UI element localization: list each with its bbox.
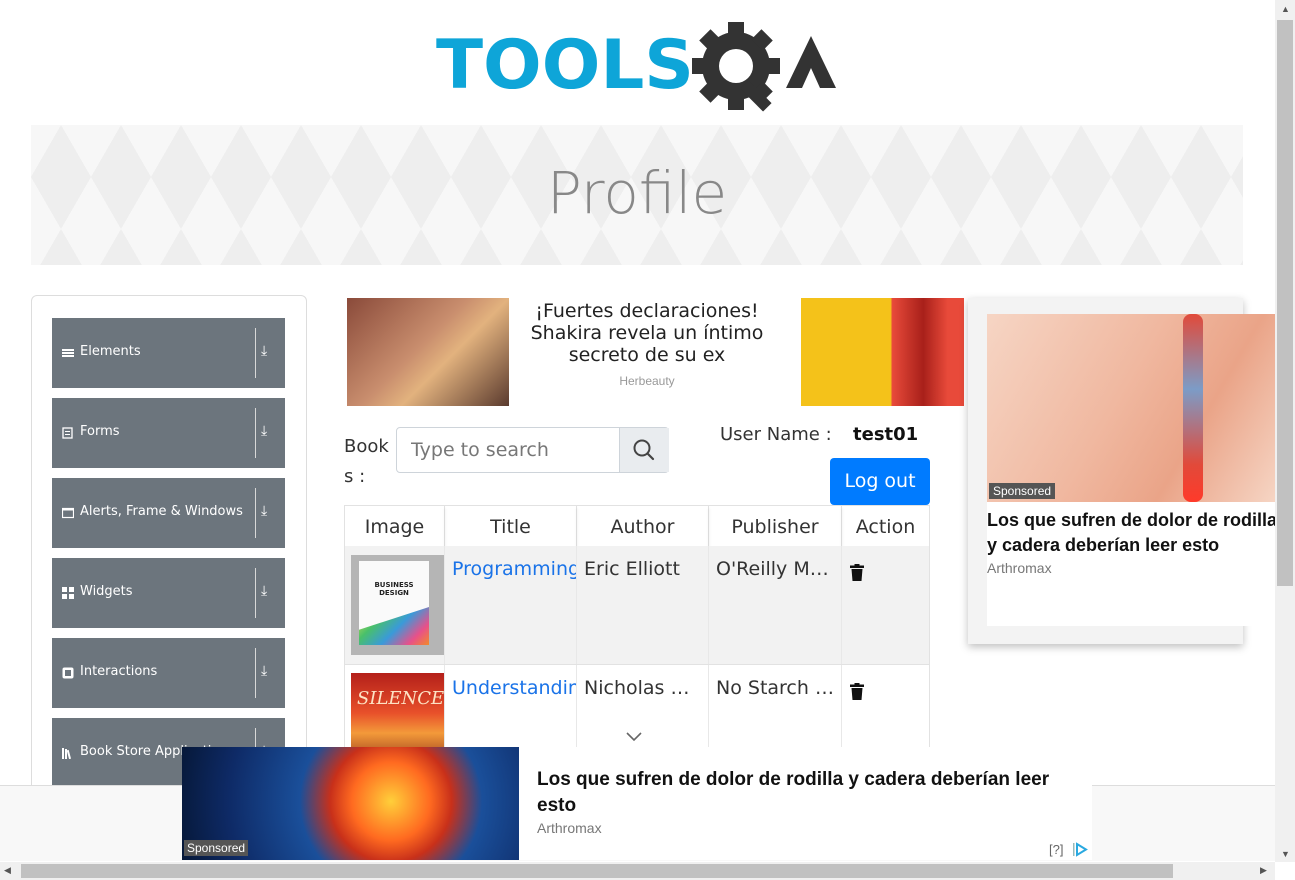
column-header-publisher[interactable]: Publisher (709, 506, 842, 546)
book-publisher: O'Reilly Media (709, 546, 842, 664)
download-icon[interactable]: ⤓ (261, 342, 267, 359)
sidebar-group-interactions[interactable]: Interactions ⤓ (52, 638, 285, 708)
book-title-link[interactable]: Programming JavaScript Applications (445, 546, 577, 664)
sidebar-group-label: Widgets (80, 584, 133, 599)
scroll-up-icon[interactable]: ▲ (1281, 4, 1290, 14)
spine-illustration (1183, 314, 1203, 502)
search-button[interactable] (619, 428, 669, 472)
column-header-author[interactable]: Author (577, 506, 709, 546)
table-row: BUSINESS DESIGN Programming JavaScript A… (345, 546, 929, 664)
ad-source: Herbeauty (619, 374, 675, 388)
cell-image: SILENCE (345, 665, 445, 749)
chevron-down-icon[interactable] (624, 728, 644, 744)
sponsored-badge: Sponsored (989, 483, 1056, 499)
book-cover: SILENCE (351, 673, 445, 749)
book-publisher: No Starch Press (709, 665, 842, 749)
divider (255, 488, 256, 538)
book-cover-text: BUSINESS DESIGN (374, 581, 414, 597)
ad-image[interactable] (987, 314, 1275, 502)
ad-source: Arthromax (537, 820, 602, 836)
ad-headline[interactable]: ¡Fuertes declaraciones! Shakira revela u… (515, 300, 779, 366)
ad-info-link[interactable]: [?] (1049, 842, 1063, 857)
logout-button[interactable]: Log out (830, 458, 930, 505)
horizontal-scroll-thumb[interactable] (21, 864, 1173, 878)
menu-icon (62, 347, 74, 359)
username-value: test01 (853, 424, 919, 445)
books-label: Books : (344, 436, 389, 487)
ad-source: Arthromax (987, 560, 1052, 576)
book-icon (62, 747, 74, 760)
ad-headline[interactable]: Los que sufren de dolor de rodilla y cad… (537, 767, 1092, 819)
ad-card[interactable]: Sponsored Los que sufren de dolor de rod… (987, 314, 1275, 626)
sidebar-group-label: Forms (80, 424, 120, 439)
window-icon (61, 507, 75, 519)
book-title-link[interactable]: Understanding ECMAScript 6 (445, 665, 577, 749)
column-header-image[interactable]: Image (345, 506, 445, 546)
delete-icon[interactable] (850, 683, 864, 700)
sidebar-group-alerts[interactable]: Alerts, Frame & Windows ⤓ (52, 478, 285, 548)
adchoices-icon[interactable] (1072, 842, 1088, 857)
username-label: User Name : (720, 424, 832, 445)
ad-top[interactable]: ¡Fuertes declaraciones! Shakira revela u… (347, 298, 964, 406)
cell-image: BUSINESS DESIGN (345, 546, 445, 664)
page-banner: Profile (31, 125, 1243, 265)
ad-image[interactable] (347, 298, 509, 406)
vertical-scrollbar[interactable]: ▲ ▼ (1275, 0, 1295, 862)
ad-headline[interactable]: Los que sufren de dolor de rodilla y cad… (987, 508, 1275, 558)
ad-right[interactable]: Sponsored Los que sufren de dolor de rod… (968, 298, 1275, 644)
sidebar-group-label: Interactions (80, 664, 158, 679)
toolsqa-logo[interactable]: TOOLS (436, 18, 846, 114)
sidebar-group-widgets[interactable]: Widgets ⤓ (52, 558, 285, 628)
divider (255, 648, 256, 698)
book-cover: BUSINESS DESIGN (351, 555, 444, 655)
sidebar-group-label: Alerts, Frame & Windows (80, 504, 243, 519)
svg-text:TOOLS: TOOLS (436, 26, 694, 105)
download-icon[interactable]: ⤓ (261, 582, 267, 599)
search-box (396, 427, 669, 473)
download-icon[interactable]: ⤓ (261, 502, 267, 519)
ad-bottom[interactable]: Sponsored Los que sufren de dolor de rod… (182, 747, 1092, 860)
cell-action (842, 546, 929, 664)
book-author: Eric Elliott (577, 546, 709, 664)
widgets-icon (62, 587, 74, 599)
vertical-scroll-thumb[interactable] (1277, 20, 1293, 586)
cell-action (842, 665, 929, 749)
form-icon (62, 427, 74, 439)
scroll-left-icon[interactable]: ◀ (4, 865, 11, 876)
delete-icon[interactable] (850, 564, 864, 581)
interactions-icon (62, 667, 74, 679)
download-icon[interactable]: ⤓ (261, 662, 267, 679)
sidebar-group-label: Elements (80, 344, 141, 359)
search-input[interactable] (397, 428, 619, 472)
search-icon (633, 439, 655, 461)
column-header-title[interactable]: Title (445, 506, 577, 546)
divider (255, 568, 256, 618)
scroll-down-icon[interactable]: ▼ (1281, 849, 1290, 859)
column-header-action[interactable]: Action (842, 506, 929, 546)
divider (255, 408, 256, 458)
sidebar-group-elements[interactable]: Elements ⤓ (52, 318, 285, 388)
book-cover-text: SILENCE (357, 688, 445, 709)
horizontal-scrollbar[interactable]: ◀ ▶ (0, 862, 1275, 880)
download-icon[interactable]: ⤓ (261, 422, 267, 439)
divider (255, 328, 256, 378)
sidebar-group-forms[interactable]: Forms ⤓ (52, 398, 285, 468)
page-title: Profile (546, 159, 728, 227)
ad-image[interactable] (801, 298, 964, 406)
sponsored-badge: Sponsored (184, 840, 249, 856)
scroll-right-icon[interactable]: ▶ (1260, 865, 1267, 876)
sidebar: Elements ⤓ Forms ⤓ Alerts, Frame & Windo… (31, 295, 307, 817)
books-table: Image Title Author Publisher Action BUSI… (344, 505, 930, 750)
